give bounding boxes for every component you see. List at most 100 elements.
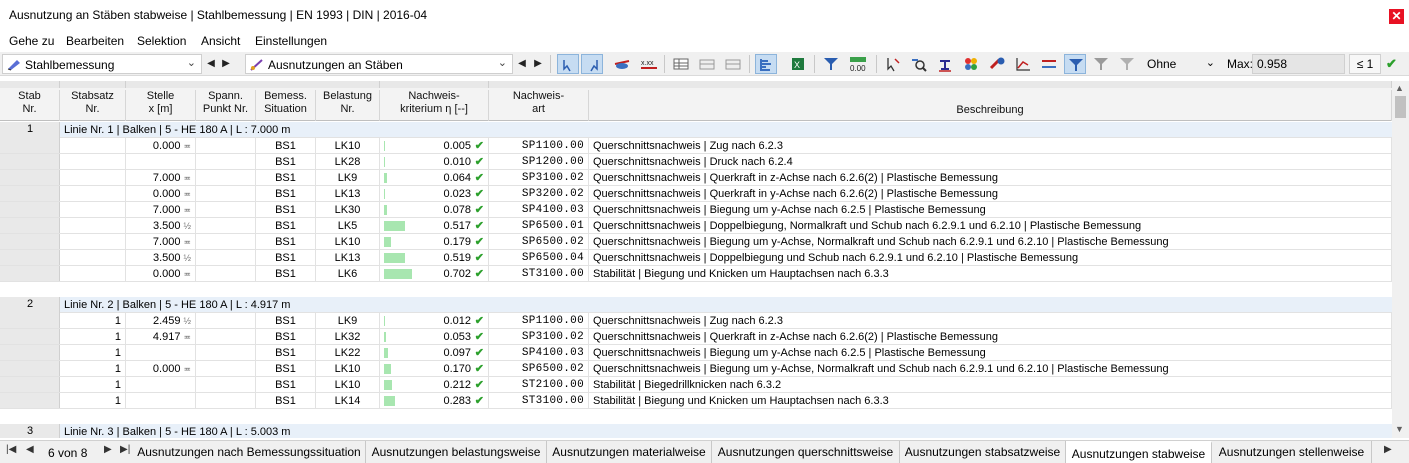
- col-header-stelle[interactable]: Stelle x [m]: [126, 90, 196, 121]
- next-module-arrow-icon[interactable]: ▶: [219, 56, 233, 72]
- next-result-arrow-icon[interactable]: ▶: [531, 56, 545, 72]
- table-row[interactable]: 1 2.459 ½ BS1 LK9 0.012 ✔ SP1100.00 Querschnitts…: [0, 313, 1392, 329]
- table-row[interactable]: 1 BS1 LK14 0.283 ✔ ST3100.00 Stabilität | Bieg…: [0, 393, 1392, 409]
- beam-icon: [939, 60, 951, 72]
- table-insert-button[interactable]: [696, 54, 718, 74]
- col-header-kriterium[interactable]: Nachweis-kriterium η [--]: [380, 90, 489, 121]
- info-member-button[interactable]: [986, 54, 1008, 74]
- belastung-cell: LK13: [316, 250, 380, 266]
- module-combo[interactable]: Stahlbemessung ⌄: [2, 54, 202, 74]
- sheet-tab-bar: |◀ ◀ 6 von 8 ▶ ▶| Ausnutzungen nach Beme…: [0, 440, 1409, 463]
- col-header-bemess[interactable]: Bemess. Situation: [256, 90, 316, 121]
- stelle-value: 4.917: [152, 331, 181, 343]
- member-result-button[interactable]: [1038, 54, 1060, 74]
- table-row[interactable]: 1 BS1 LK10 0.212 ✔ ST2100.00 Stabilität | Bieg…: [0, 377, 1392, 393]
- table-row[interactable]: 7.000 ≖ BS1 LK9 0.064 ✔ SP3100.02 Querschnittsn…: [0, 170, 1392, 186]
- prev-page-icon[interactable]: ◀: [26, 444, 34, 455]
- zero-decimals-button[interactable]: 0.00: [846, 54, 868, 74]
- nachweisart-cell: SP4100.03: [489, 345, 589, 361]
- tab-ausnutzungen-stellenweise[interactable]: Ausnutzungen stellenweise: [1212, 441, 1372, 463]
- stab-number: 2: [26, 298, 34, 310]
- beam-section-button[interactable]: [934, 54, 956, 74]
- location-type-icon: ½: [183, 316, 191, 326]
- select-back-button[interactable]: [581, 54, 603, 74]
- table-row[interactable]: 3.500 ½ BS1 LK13 0.519 ✔ SP6500.04 Querschnitts…: [0, 250, 1392, 266]
- spann-cell: [196, 138, 256, 154]
- col-header-belastung[interactable]: Belastung Nr.: [316, 90, 380, 121]
- vertical-scrollbar[interactable]: ▲ ▼: [1392, 81, 1409, 438]
- menu-ansicht[interactable]: Ansicht: [201, 34, 240, 48]
- limit-button[interactable]: ≤ 1: [1349, 54, 1381, 74]
- table-row[interactable]: 0.000 ≖ BS1 LK13 0.023 ✔ SP3200.02 Querschnitts…: [0, 186, 1392, 202]
- filter-active-button[interactable]: [1064, 54, 1086, 74]
- filter-button[interactable]: [820, 54, 842, 74]
- table-row[interactable]: 7.000 ≖ BS1 LK30 0.078 ✔ SP4100.03 Querschnitts…: [0, 202, 1392, 218]
- prev-module-arrow-icon[interactable]: ◀: [204, 56, 218, 72]
- stelle-cell: 0.000 ≖: [126, 138, 196, 154]
- table-button[interactable]: [670, 54, 692, 74]
- filter-select[interactable]: Ohne ⌄: [1143, 54, 1221, 74]
- col-header-stabsatz[interactable]: Stabsatz Nr.: [60, 90, 126, 121]
- next-page-icon[interactable]: ▶: [104, 444, 112, 455]
- tab-ausnutzungen-stabsatzweise[interactable]: Ausnutzungen stabsatzweise: [900, 441, 1066, 463]
- beschreibung-cell: Querschnittsnachweis | Biegung um y-Achs…: [589, 234, 1392, 250]
- bar-chart-button[interactable]: [755, 54, 777, 74]
- tab-ausnutzungen-querschnittsweise[interactable]: Ausnutzungen querschnittsweise: [712, 441, 900, 463]
- table-row[interactable]: BS1 LK28 0.010 ✔ SP1200.00 Querschnittsnachwe…: [0, 154, 1392, 170]
- col-header-beschreibung[interactable]: Beschreibung: [589, 90, 1392, 121]
- group-label: Linie Nr. 1 | Balken | 5 - HE 180 A | L …: [64, 124, 291, 136]
- group-header-row[interactable]: Linie Nr. 3 | Balken | 5 - HE 180 A | L …: [60, 424, 1392, 438]
- filter-off-button[interactable]: [1090, 54, 1112, 74]
- last-page-icon[interactable]: ▶|: [120, 444, 130, 455]
- tab-ausnutzungen-stabweise[interactable]: Ausnutzungen stabweise: [1066, 441, 1212, 463]
- select-forward-button[interactable]: [557, 54, 579, 74]
- table-row[interactable]: 1 0.000 ≖ BS1 LK10 0.170 ✔ SP6500.02 Querschnitt…: [0, 361, 1392, 377]
- col-header-art[interactable]: Nachweis-art: [489, 90, 589, 121]
- table-row[interactable]: 0.000 ≖ BS1 LK6 0.702 ✔ ST3100.00 Stabilität | …: [0, 266, 1392, 282]
- export-excel-button[interactable]: X: [787, 54, 809, 74]
- tab-ausnutzungen-materialweise[interactable]: Ausnutzungen materialweise: [547, 441, 712, 463]
- bemess-cell: BS1: [256, 186, 316, 202]
- scroll-down-icon[interactable]: ▼: [1395, 424, 1404, 434]
- filter-clear-button[interactable]: [1116, 54, 1138, 74]
- nachweisart-cell: ST2100.00: [489, 377, 589, 393]
- tab-ausnutzungen-nach-bemessungssituation[interactable]: Ausnutzungen nach Bemessungssituation: [133, 441, 366, 463]
- first-page-icon[interactable]: |◀: [6, 444, 16, 455]
- tabs-scroll-right-icon[interactable]: ▶: [1384, 444, 1392, 455]
- color-scale-button[interactable]: [960, 54, 982, 74]
- scroll-thumb[interactable]: [1395, 96, 1406, 118]
- prev-result-arrow-icon[interactable]: ◀: [515, 56, 529, 72]
- table-row[interactable]: 3.500 ½ BS1 LK5 0.517 ✔ SP6500.01 Querschnittsn…: [0, 218, 1392, 234]
- table-row[interactable]: 7.000 ≖ BS1 LK10 0.179 ✔ SP6500.02 Querschnitts…: [0, 234, 1392, 250]
- close-icon[interactable]: ✕: [1389, 9, 1404, 24]
- col-header-spann[interactable]: Spann. Punkt Nr.: [196, 90, 256, 121]
- view-member-button[interactable]: [611, 54, 633, 74]
- nachweisart-cell: SP6500.01: [489, 218, 589, 234]
- stelle-cell: [126, 154, 196, 170]
- arrow-select-icon: [563, 60, 571, 72]
- stelle-value: 7.000: [152, 204, 181, 216]
- funnel-grey-icon: [1094, 58, 1108, 70]
- menu-einstellungen[interactable]: Einstellungen: [255, 34, 327, 48]
- table-row[interactable]: 0.000 ≖ BS1 LK10 0.005 ✔ SP1100.00 Querschnitts…: [0, 138, 1392, 154]
- spann-cell: [196, 250, 256, 266]
- tab-ausnutzungen-belastungsweise[interactable]: Ausnutzungen belastungsweise: [366, 441, 547, 463]
- select-in-model-button[interactable]: [882, 54, 904, 74]
- table-delete-button[interactable]: [722, 54, 744, 74]
- table-row[interactable]: 1 4.917 ≖ BS1 LK32 0.053 ✔ SP3100.02 Querschnitt…: [0, 329, 1392, 345]
- diagram-button[interactable]: [1012, 54, 1034, 74]
- xxx-button[interactable]: x.xx: [637, 54, 659, 74]
- menu-gehe-zu[interactable]: Gehe zu: [9, 34, 54, 48]
- table-row[interactable]: 1 BS1 LK22 0.097 ✔ SP4100.03 Querschnittsnachw…: [0, 345, 1392, 361]
- nachweisart-cell: SP6500.04: [489, 250, 589, 266]
- group-header-row[interactable]: Linie Nr. 2 | Balken | 5 - HE 180 A | L …: [60, 297, 1392, 313]
- col-header-stab[interactable]: Stab Nr.: [0, 90, 60, 121]
- view-search-button[interactable]: [908, 54, 930, 74]
- scroll-up-icon[interactable]: ▲: [1395, 83, 1404, 93]
- group-header-row[interactable]: Linie Nr. 1 | Balken | 5 - HE 180 A | L …: [60, 122, 1392, 138]
- stabsatz-cell: [60, 218, 126, 234]
- max-value-field[interactable]: 0.958: [1252, 54, 1345, 74]
- result-combo[interactable]: Ausnutzungen an Stäben ⌄: [245, 54, 513, 74]
- menu-selektion[interactable]: Selektion: [137, 34, 186, 48]
- menu-bearbeiten[interactable]: Bearbeiten: [66, 34, 124, 48]
